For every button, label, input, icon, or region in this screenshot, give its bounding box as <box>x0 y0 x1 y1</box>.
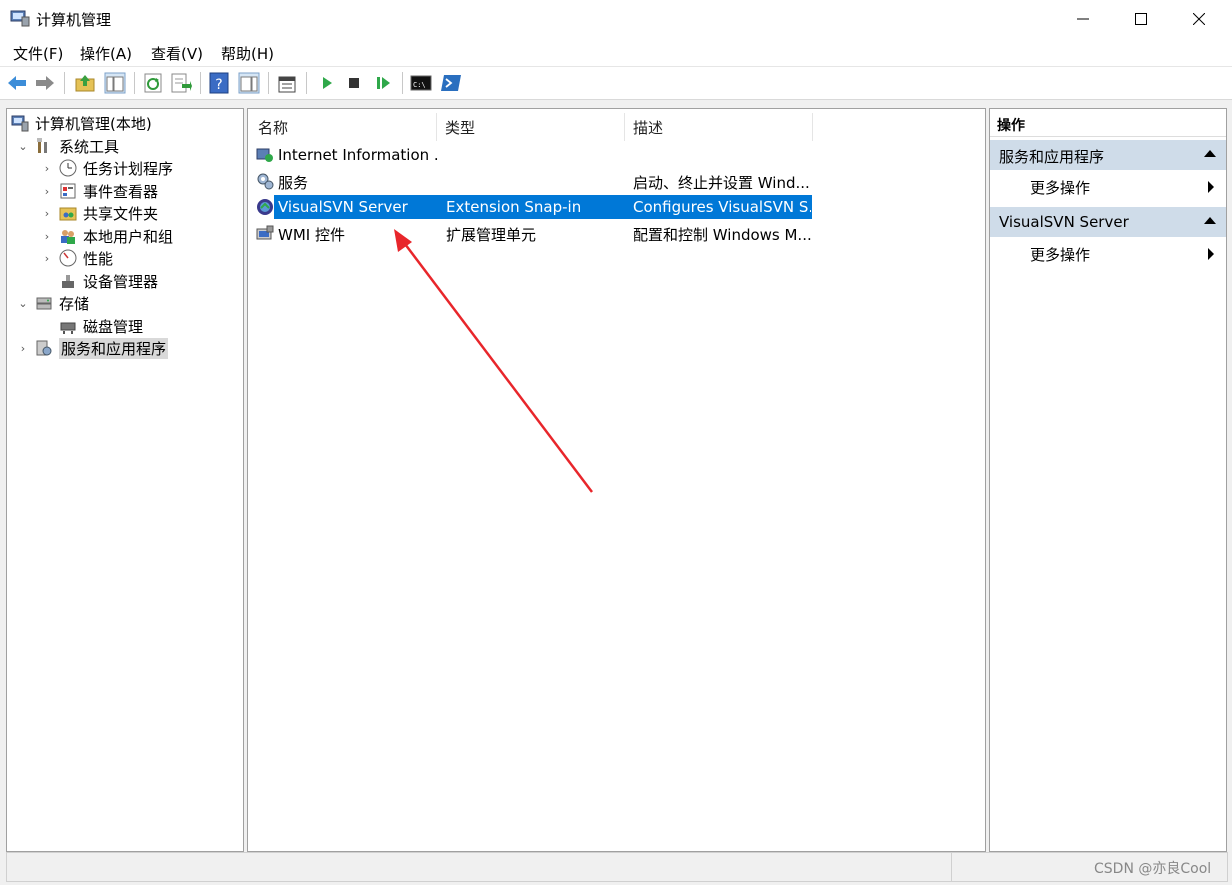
visualsvn-icon <box>257 199 273 215</box>
chevron-right-icon[interactable]: › <box>41 252 53 265</box>
tree-item-task-scheduler[interactable]: › 任务计划程序 <box>41 157 173 179</box>
disk-icon <box>60 322 76 334</box>
services-applications-icon <box>36 340 52 356</box>
close-button[interactable] <box>1170 0 1228 38</box>
chevron-right-icon[interactable]: › <box>41 230 53 243</box>
forward-arrow-icon[interactable] <box>34 72 56 94</box>
chevron-right-icon[interactable]: › <box>17 342 29 355</box>
svg-text:?: ? <box>215 77 222 93</box>
list-row-iis[interactable]: Internet Information ... <box>254 143 812 167</box>
wmi-icon <box>256 225 274 240</box>
maximize-button[interactable] <box>1112 0 1170 38</box>
chevron-down-icon[interactable]: ⌄ <box>17 140 29 153</box>
show-hide-action-pane-icon[interactable] <box>238 72 260 94</box>
column-header-name[interactable]: 名称 <box>258 117 288 138</box>
iis-icon <box>256 148 273 162</box>
menu-help[interactable]: 帮助(H) <box>221 43 274 64</box>
svg-text:C:\: C:\ <box>413 81 426 89</box>
action-group-services-applications[interactable]: 服务和应用程序 <box>990 140 1226 170</box>
minimize-button[interactable] <box>1054 0 1112 38</box>
start-service-icon[interactable] <box>316 72 338 94</box>
tools-icon <box>37 138 47 153</box>
stop-service-icon[interactable] <box>343 72 365 94</box>
details-list: 名称 类型 描述 Internet Information ... 服务 启动、… <box>247 108 986 852</box>
tree-item-storage[interactable]: ⌄ 存储 <box>17 292 89 314</box>
list-row-services[interactable]: 服务 启动、终止并设置 Wind... <box>254 169 812 193</box>
tree-root[interactable]: 计算机管理(本地) <box>11 112 152 134</box>
refresh-icon[interactable] <box>142 72 164 94</box>
resume-service-icon[interactable] <box>372 72 394 94</box>
command-prompt-icon[interactable]: C:\ <box>410 72 432 94</box>
tree-item-disk-management[interactable]: 磁盘管理 <box>41 315 143 337</box>
window-title: 计算机管理 <box>36 11 112 29</box>
properties-icon[interactable] <box>276 72 298 94</box>
chevron-right-icon[interactable]: › <box>41 162 53 175</box>
toolbar: ? C:\ <box>0 66 1232 100</box>
column-header-description[interactable]: 描述 <box>633 117 663 138</box>
chevron-right-icon[interactable]: › <box>41 207 53 220</box>
submenu-arrow-icon <box>1208 181 1214 193</box>
collapse-triangle-icon[interactable] <box>1204 150 1216 157</box>
actions-header: 操作 <box>990 109 1226 137</box>
menu-action[interactable]: 操作(A) <box>80 43 132 64</box>
tree-item-local-users-groups[interactable]: › 本地用户和组 <box>41 225 173 247</box>
action-more-actions[interactable]: 更多操作 <box>990 172 1226 200</box>
submenu-arrow-icon <box>1208 248 1214 260</box>
menu-bar: 文件(F) 操作(A) 查看(V) 帮助(H) <box>0 38 1232 66</box>
storage-icon <box>36 297 52 310</box>
action-group-visualsvn[interactable]: VisualSVN Server <box>990 207 1226 237</box>
shared-folder-icon <box>59 207 77 221</box>
tree-item-event-viewer[interactable]: › 事件查看器 <box>41 180 158 202</box>
device-manager-icon <box>62 275 74 288</box>
tree-item-device-manager[interactable]: 设备管理器 <box>41 270 158 292</box>
tree-item-performance[interactable]: › 性能 <box>41 247 113 269</box>
menu-view[interactable]: 查看(V) <box>151 43 203 64</box>
computer-management-icon <box>11 115 29 132</box>
menu-file[interactable]: 文件(F) <box>13 43 63 64</box>
event-viewer-icon <box>60 183 76 199</box>
export-list-icon[interactable] <box>170 72 192 94</box>
computer-management-icon <box>10 10 30 27</box>
powershell-icon[interactable] <box>440 72 462 94</box>
help-icon[interactable]: ? <box>208 72 230 94</box>
users-icon <box>61 230 75 244</box>
chevron-right-icon[interactable]: › <box>41 185 53 198</box>
back-arrow-icon[interactable] <box>6 72 28 94</box>
title-bar: 计算机管理 <box>0 0 1232 38</box>
clock-icon <box>59 159 77 177</box>
status-bar <box>6 852 1228 882</box>
console-tree: 计算机管理(本地) ⌄ 系统工具 › 任务计划程序 › 事件查看器 › 共享文件… <box>6 108 244 852</box>
column-header-type[interactable]: 类型 <box>445 117 475 138</box>
tree-item-system-tools[interactable]: ⌄ 系统工具 <box>17 135 119 157</box>
tree-item-shared-folders[interactable]: › 共享文件夹 <box>41 202 158 224</box>
up-folder-icon[interactable] <box>74 72 96 94</box>
list-row-visualsvn[interactable]: VisualSVN Server Extension Snap-in Confi… <box>254 195 812 219</box>
list-row-wmi[interactable]: WMI 控件 扩展管理单元 配置和控制 Windows M... <box>254 221 812 245</box>
actions-pane: 操作 服务和应用程序 更多操作 VisualSVN Server 更多操作 <box>989 108 1227 852</box>
services-gear-icon <box>257 173 274 190</box>
chevron-down-icon[interactable]: ⌄ <box>17 297 29 310</box>
tree-item-services-applications[interactable]: › 服务和应用程序 <box>17 337 169 359</box>
action-more-actions[interactable]: 更多操作 <box>990 239 1226 267</box>
performance-gauge-icon <box>59 249 77 267</box>
watermark: CSDN @亦良Cool <box>1094 861 1212 877</box>
show-hide-tree-icon[interactable] <box>104 72 126 94</box>
collapse-triangle-icon[interactable] <box>1204 217 1216 224</box>
